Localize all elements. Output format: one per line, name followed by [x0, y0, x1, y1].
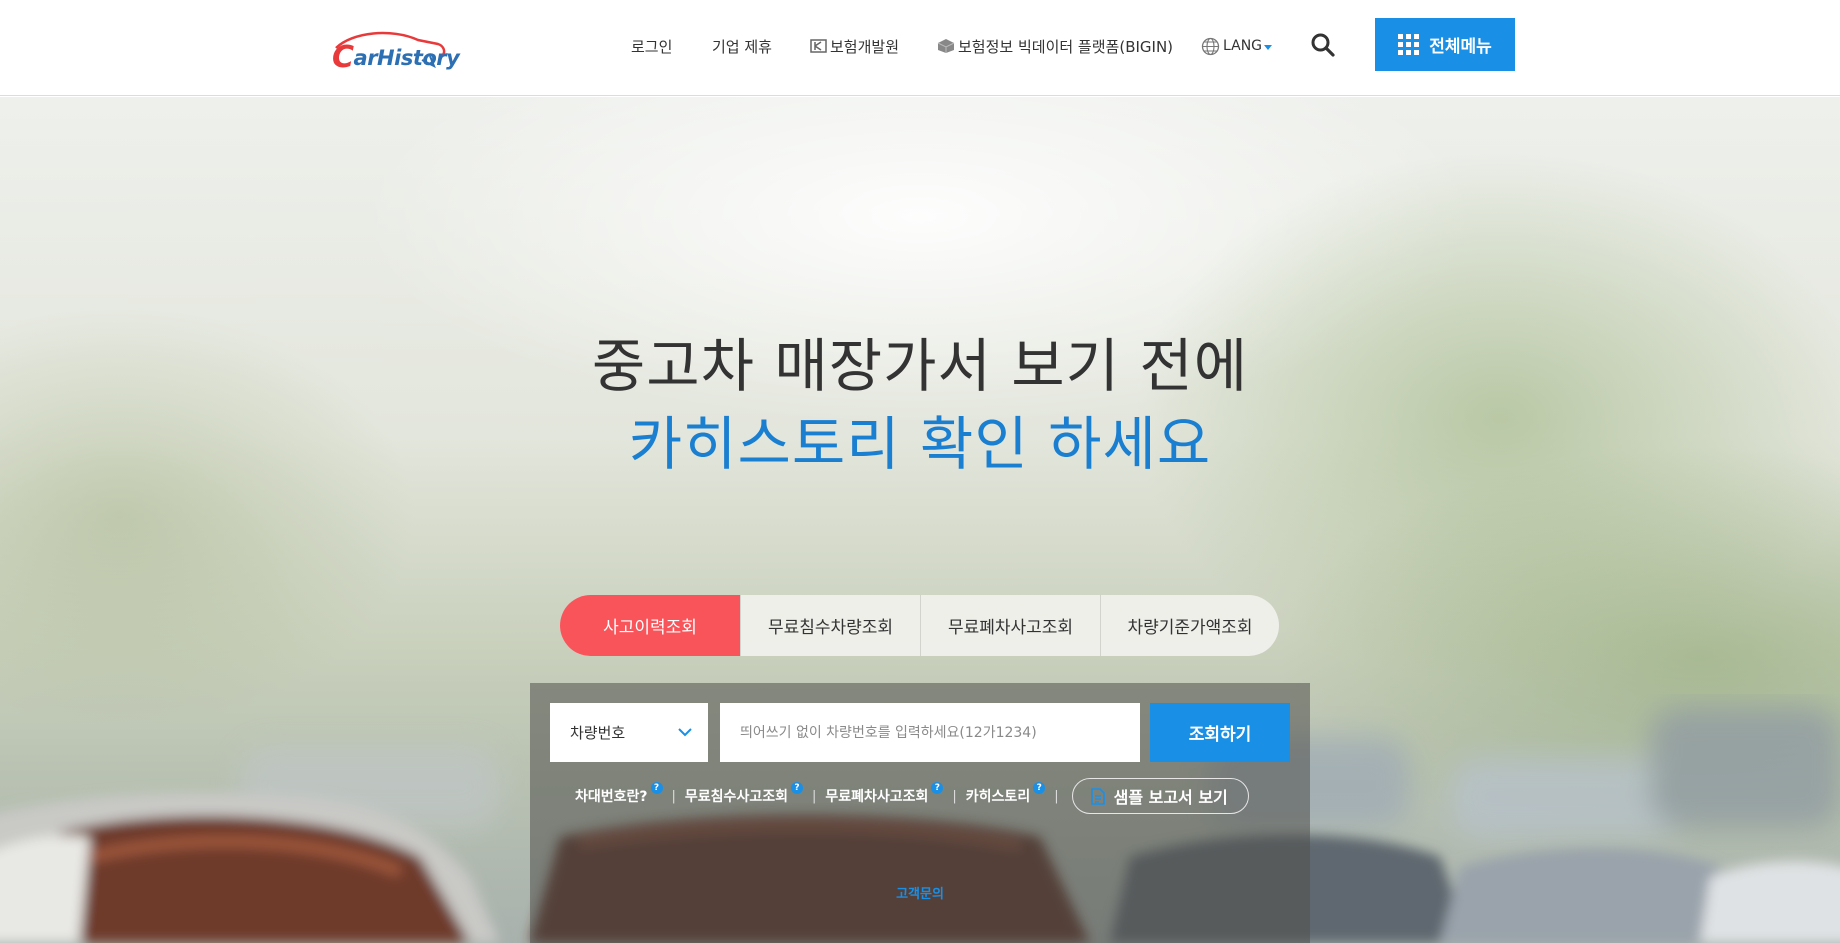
chevron-down-icon	[678, 728, 692, 737]
all-menu-button[interactable]: 전체메뉴	[1375, 18, 1515, 71]
kidi-logo-icon	[810, 39, 827, 53]
plate-number-input[interactable]	[720, 703, 1140, 762]
search-button[interactable]	[1310, 32, 1336, 58]
help-link-carhistory[interactable]: 카히스토리?	[966, 782, 1046, 806]
nav-kidi[interactable]: 보험개발원	[810, 34, 899, 58]
query-button[interactable]: 조회하기	[1150, 703, 1290, 762]
logo-wordmark: arHistory	[353, 46, 460, 70]
search-type-select[interactable]: 차량번호	[550, 703, 708, 762]
tab-flood-vehicle[interactable]: 무료침수차량조회	[740, 595, 920, 656]
logo-text: CarHistory	[332, 40, 460, 75]
tab-scrap-accident[interactable]: 무료폐차사고조회	[920, 595, 1100, 656]
tab-accident-history[interactable]: 사고이력조회	[560, 595, 740, 656]
grid-menu-icon	[1398, 34, 1420, 55]
nav-bigin[interactable]: 보험정보 빅데이터 플랫폼(BIGIN)	[937, 34, 1173, 58]
nav-language[interactable]: LANG	[1201, 34, 1273, 58]
hero-headline-line1: 중고차 매장가서 보기 전에	[591, 332, 1249, 400]
separator: |	[952, 788, 957, 804]
question-icon: ?	[1033, 782, 1046, 794]
separator: |	[811, 788, 817, 804]
help-link-vin[interactable]: 차대번호란??	[575, 782, 663, 806]
nav-partnership[interactable]: 기업 제휴	[712, 34, 772, 58]
help-link-flood[interactable]: 무료침수사고조회?	[685, 782, 803, 806]
globe-icon	[1201, 37, 1220, 55]
caret-down-icon	[1264, 44, 1273, 50]
help-links: 차대번호란?? | 무료침수사고조회? | 무료폐차사고조회? | 카히스토리?…	[575, 778, 1249, 814]
tab-vehicle-base-value[interactable]: 차량기준가액조회	[1100, 595, 1279, 656]
separator: |	[671, 788, 676, 804]
sample-report-button[interactable]: 샘플 보고서 보기	[1071, 778, 1249, 814]
question-icon: ?	[650, 782, 663, 794]
site-header: CarHistory 로그인 기업 제휴 보험개발원 보험정보 빅데이터 플랫폼…	[0, 0, 1840, 96]
customer-inquiry-link[interactable]: 고객문의	[530, 883, 1310, 902]
bigin-cube-icon	[937, 39, 955, 53]
hero-headline-line2: 카히스토리 확인 하세요	[628, 410, 1212, 478]
document-icon	[1090, 787, 1105, 805]
lookup-tabs: 사고이력조회 무료침수차량조회 무료폐차사고조회 차량기준가액조회	[560, 595, 1279, 656]
nav-login[interactable]: 로그인	[631, 34, 672, 58]
hero-section: 중고차 매장가서 보기 전에 카히스토리 확인 하세요 사고이력조회 무료침수차…	[0, 97, 1840, 943]
help-link-scrap[interactable]: 무료폐차사고조회?	[825, 782, 944, 806]
separator: |	[1054, 788, 1059, 804]
carhistory-logo[interactable]: CarHistory	[322, 26, 460, 75]
question-icon: ?	[931, 782, 944, 794]
question-icon: ?	[790, 782, 803, 794]
search-panel: 차량번호 조회하기 차대번호란?? | 무료침수사고조회? | 무료폐차사고조회…	[530, 683, 1310, 943]
search-icon	[1311, 33, 1335, 57]
